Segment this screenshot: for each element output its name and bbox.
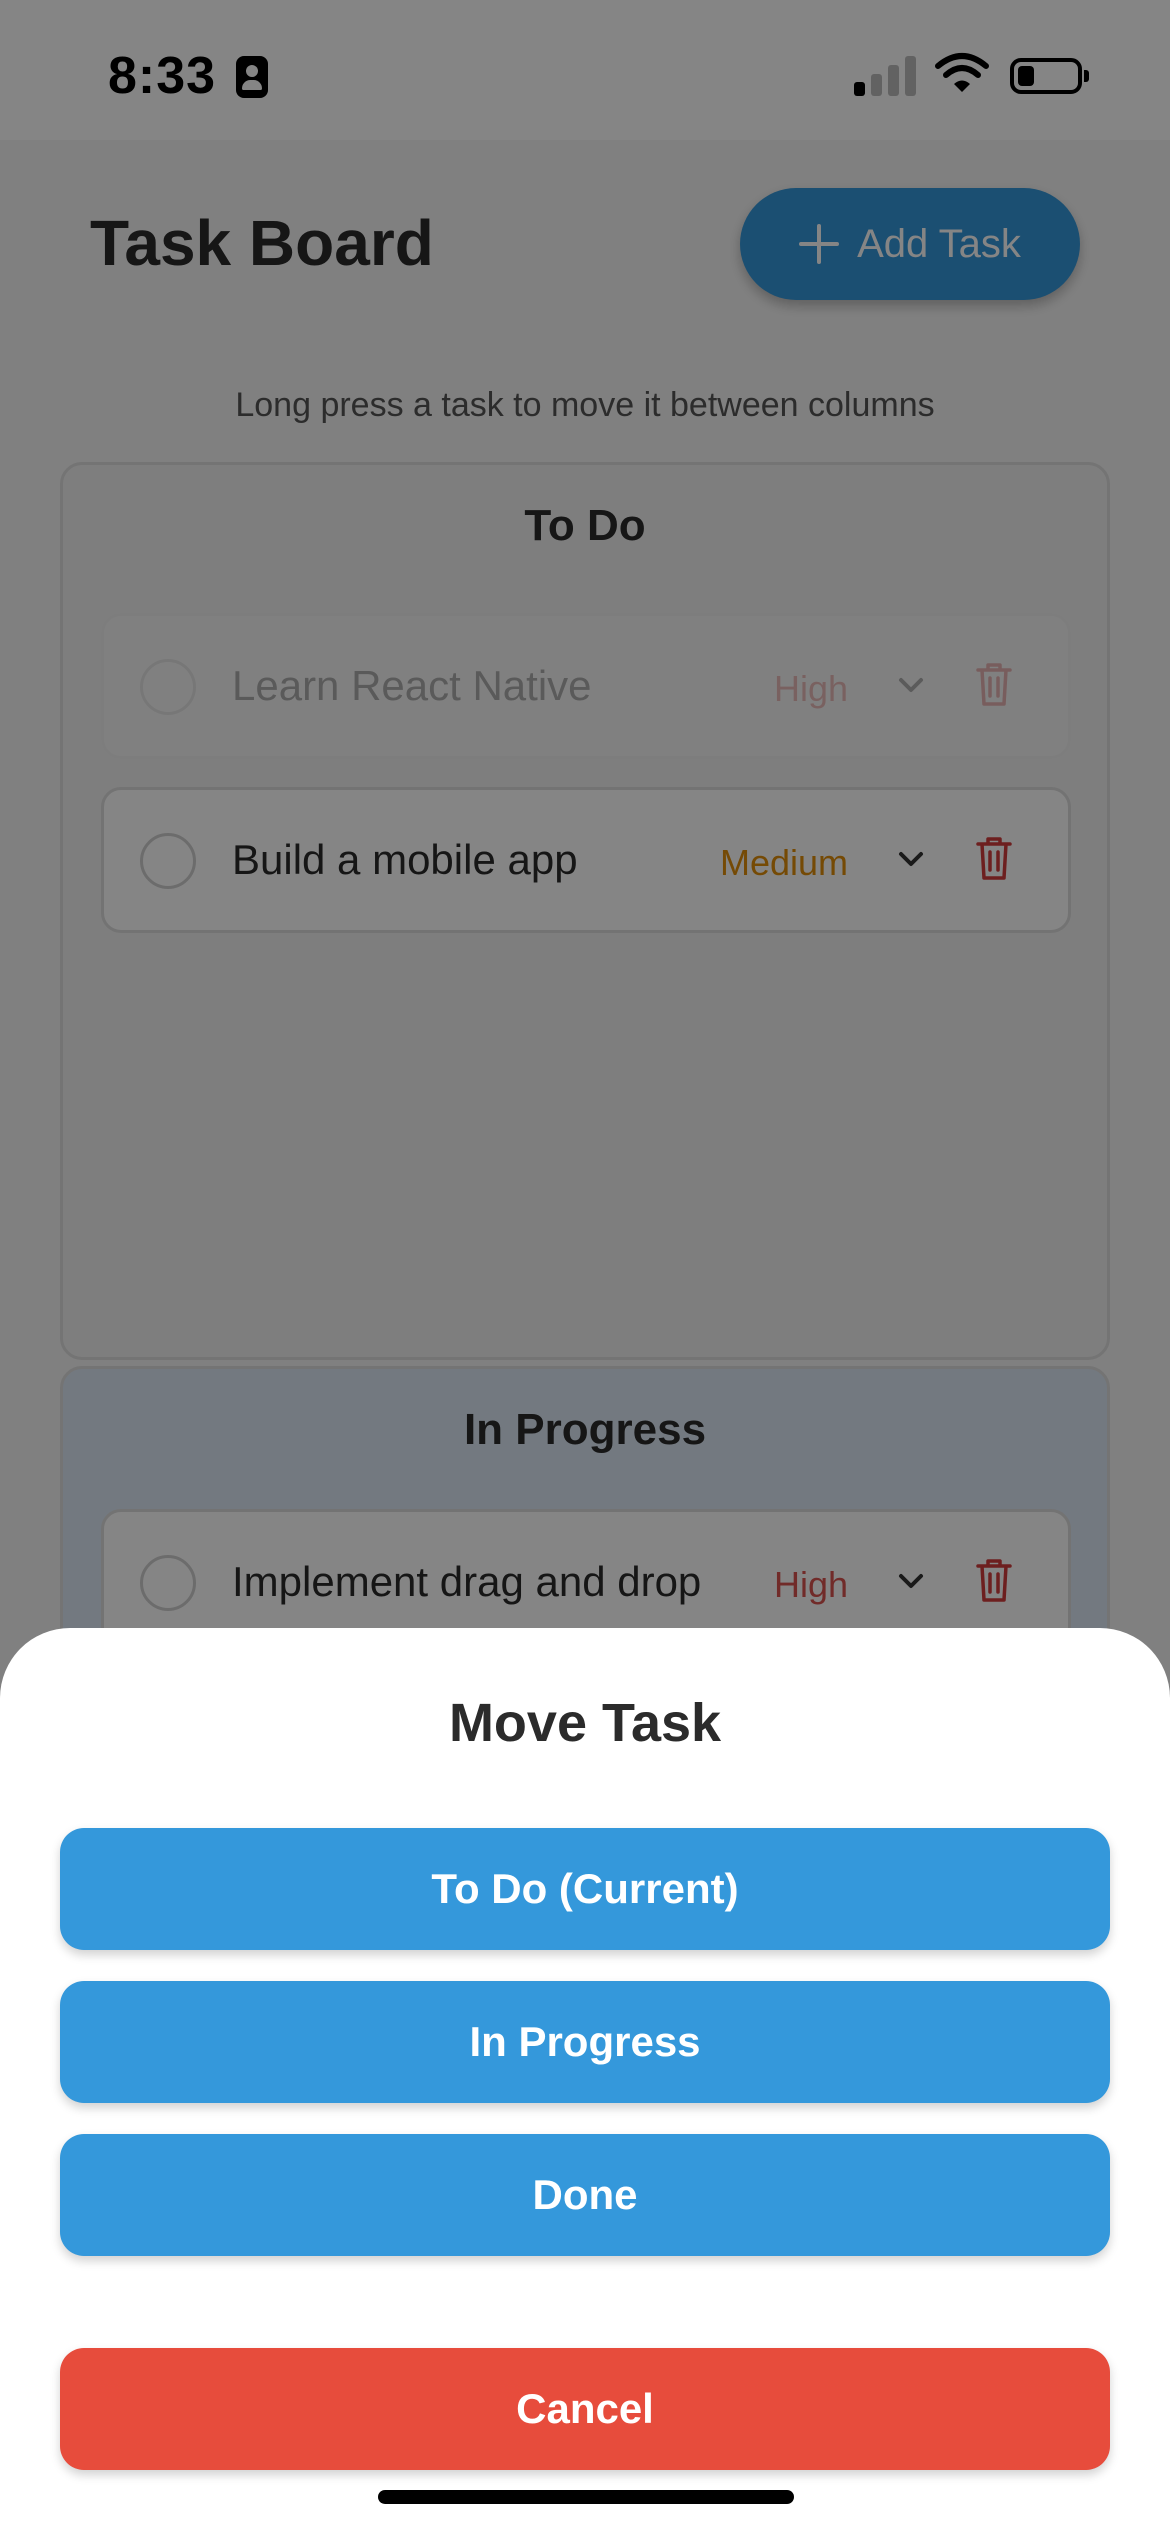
move-to-done-button[interactable]: Done (60, 2134, 1110, 2256)
task-board-screen: 8:33 Task Board Add Task Long press a ta… (0, 0, 1170, 2532)
move-to-todo-button[interactable]: To Do (Current) (60, 1828, 1110, 1950)
move-task-sheet: Move Task To Do (Current) In Progress Do… (0, 1628, 1170, 2532)
cancel-button[interactable]: Cancel (60, 2348, 1110, 2470)
cancel-label: Cancel (516, 2385, 654, 2432)
move-to-in-progress-button[interactable]: In Progress (60, 1981, 1110, 2103)
home-indicator[interactable] (378, 2490, 794, 2504)
option-label: To Do (Current) (431, 1865, 739, 1912)
sheet-title: Move Task (448, 1693, 722, 1753)
option-label: Done (532, 2171, 638, 2218)
option-label: In Progress (469, 2018, 701, 2065)
